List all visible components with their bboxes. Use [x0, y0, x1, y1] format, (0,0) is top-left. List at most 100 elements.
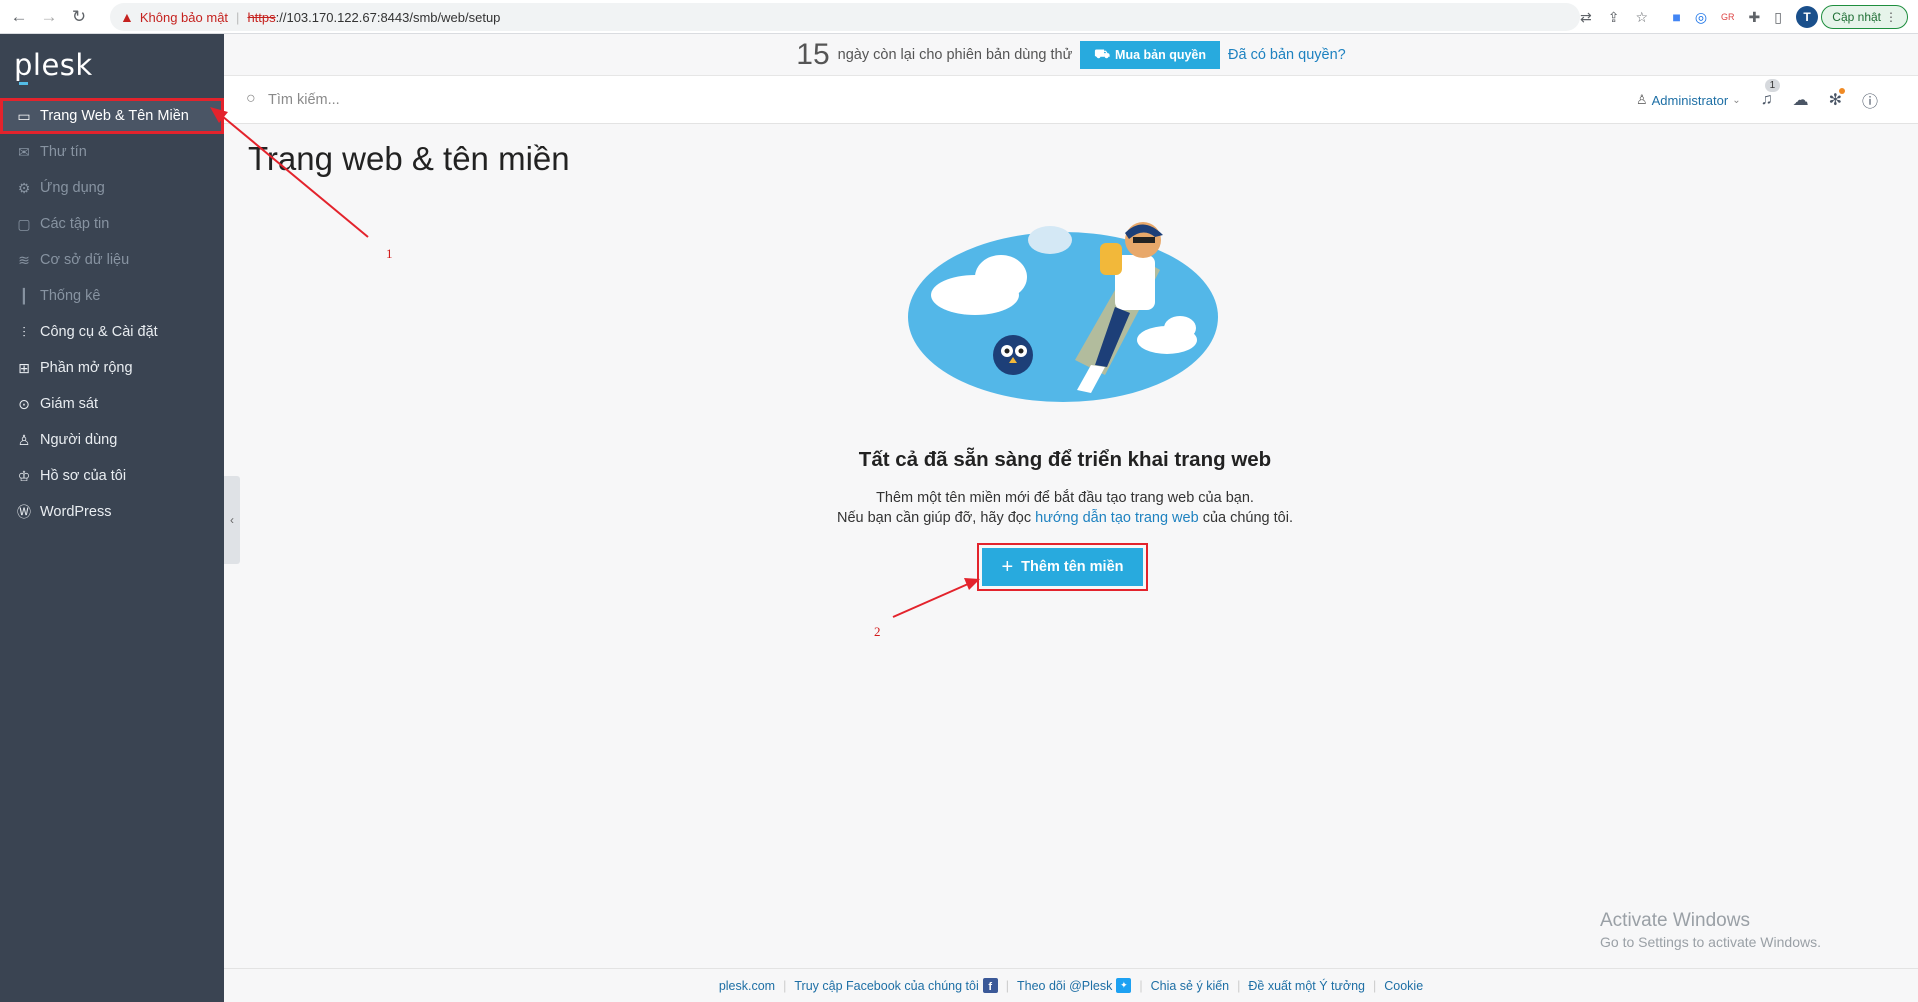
add-domain-label: Thêm tên miền — [1021, 559, 1124, 575]
side-panel-icon[interactable]: ▯ — [1774, 9, 1782, 26]
guide-link[interactable]: hướng dẫn tạo trang web — [1035, 510, 1199, 526]
security-warning[interactable]: Không bảo mật — [140, 10, 228, 25]
empty-state-title: Tất cả đã sẵn sàng để triển khai trang w… — [858, 448, 1272, 471]
annotation-number-1: 1 — [386, 246, 393, 261]
cloud-icon[interactable]: ☁ — [1793, 90, 1809, 110]
sidebar-item-users[interactable]: ♙ Người dùng — [0, 422, 224, 458]
sidebar-item-label: Thư tín — [40, 144, 87, 160]
bar-chart-icon: ┃ — [19, 287, 29, 304]
chevron-down-icon: ⌄ — [1732, 94, 1741, 106]
watermark-line-2: Go to Settings to activate Windows. — [1600, 934, 1821, 950]
sidebar-item-extensions[interactable]: ⊞ Phần mở rộng — [0, 350, 224, 386]
footer-link-label: Cookie — [1384, 978, 1424, 993]
footer-link-label: Theo dõi @Plesk — [1016, 978, 1113, 993]
buy-license-label: Mua bản quyền — [1115, 47, 1207, 62]
gear-icon: ⚙ — [17, 179, 31, 196]
avatar[interactable]: T — [1796, 6, 1818, 28]
sidebar-item-mail[interactable]: ✉ Thư tín — [0, 134, 224, 170]
sidebar-item-tools-settings[interactable]: ⫶ Công cụ & Cài đặt — [0, 314, 224, 350]
monitor-search-icon: ⊙ — [18, 395, 30, 412]
annotation-number-2: 2 — [874, 624, 881, 639]
plesk-logo[interactable]: plesk — [14, 48, 93, 82]
extension-small-icon[interactable]: GR — [1721, 12, 1735, 22]
sidebar-item-statistics[interactable]: ┃ Thống kê — [0, 278, 224, 314]
reload-icon[interactable]: ↻ — [68, 6, 90, 28]
sidebar-item-applications[interactable]: ⚙ Ứng dụng — [0, 170, 224, 206]
sidebar-collapse-handle[interactable]: ‹ — [224, 476, 240, 564]
notifications-button[interactable]: ♫ 1 — [1761, 79, 1781, 109]
mail-icon: ✉ — [18, 143, 30, 160]
footer-link-suggest-idea[interactable]: Đề xuất một Ý tưởng — [1240, 979, 1373, 993]
footer-link-feedback[interactable]: Chia sẻ ý kiến — [1143, 979, 1238, 993]
sidebar-item-databases[interactable]: ≋ Cơ sở dữ liệu — [0, 242, 224, 278]
sidebar-item-label: Các tập tin — [40, 216, 110, 232]
add-domain-button[interactable]: + Thêm tên miền — [982, 548, 1143, 586]
rocket-man-illustration — [908, 222, 1218, 402]
sidebar-nav: ▭ Trang Web & Tên Miền ✉ Thư tín ⚙ Ứng d… — [0, 98, 224, 530]
twitter-icon: ✦ — [1116, 978, 1132, 993]
sidebar-item-label: Công cụ & Cài đặt — [40, 324, 158, 340]
sliders-icon: ⫶ — [22, 323, 26, 340]
plus-icon: + — [1001, 555, 1014, 578]
bookmark-star-icon[interactable]: ☆ — [1635, 9, 1648, 26]
search-icon: ○ — [246, 90, 256, 107]
footer-link-label: Đề xuất một Ý tưởng — [1248, 978, 1365, 993]
address-bar[interactable]: ▲ Không bảo mật | https ://103.170.122.6… — [110, 3, 1580, 31]
footer: plesk.com | Truy cập Facebook của chúng … — [224, 968, 1918, 1002]
header-actions: ♙ Administrator ⌄ ♫ 1 ☁ ✻ ⓘ — [1636, 76, 1878, 124]
sidebar-item-label: Trang Web & Tên Miền — [40, 108, 189, 124]
footer-link-plesk[interactable]: plesk.com — [711, 979, 783, 993]
url-separator: | — [236, 9, 240, 25]
google-translate-icon[interactable]: ■ — [1672, 9, 1680, 25]
help-icon[interactable]: ⓘ — [1862, 88, 1878, 112]
sidebar-item-label: Cơ sở dữ liệu — [40, 252, 130, 268]
footer-link-facebook[interactable]: Truy cập Facebook của chúng tôi f — [786, 978, 1005, 993]
extensions-icon: ⊞ — [18, 359, 30, 376]
arrow-2-line — [892, 583, 969, 618]
sidebar-item-wordpress[interactable]: Ⓦ WordPress — [0, 494, 224, 530]
have-license-link[interactable]: Đã có bản quyền? — [1228, 47, 1346, 63]
sidebar-item-my-profile[interactable]: ♔ Hồ sơ của tôi — [0, 458, 224, 494]
folder-icon: ▢ — [17, 215, 31, 232]
facebook-icon: f — [982, 978, 998, 993]
footer-link-twitter[interactable]: Theo dõi @Plesk ✦ — [1009, 978, 1139, 993]
profile-icon: ♔ — [17, 467, 31, 484]
windows-activation-watermark: Activate Windows Go to Settings to activ… — [1600, 910, 1821, 950]
browser-toolbar: ← → ↻ ▲ Không bảo mật | https ://103.170… — [0, 0, 1918, 34]
footer-link-cookie[interactable]: Cookie — [1376, 979, 1431, 993]
sidebar-item-files[interactable]: ▢ Các tập tin — [0, 206, 224, 242]
search-input[interactable] — [268, 89, 768, 111]
puzzle-icon[interactable]: ✚ — [1749, 9, 1761, 26]
wordpress-icon: Ⓦ — [17, 504, 31, 520]
sidebar: plesk ▭ Trang Web & Tên Miền ✉ Thư tín ⚙… — [0, 34, 224, 1002]
warning-icon: ▲ — [120, 9, 134, 25]
sidebar-item-websites-domains[interactable]: ▭ Trang Web & Tên Miền — [0, 98, 224, 134]
update-button[interactable]: Cập nhật ⋮ — [1821, 5, 1908, 29]
translate-icon[interactable]: ⇄ — [1580, 9, 1592, 26]
trial-text: ngày còn lại cho phiên bản dùng thử — [837, 46, 1073, 63]
sidebar-item-label: Người dùng — [40, 432, 118, 448]
user-menu[interactable]: ♙ Administrator ⌄ — [1636, 92, 1741, 108]
description-prefix: Nếu bạn cần giúp đỡ, hãy đọc — [836, 510, 1032, 526]
back-icon[interactable]: ← — [8, 6, 30, 28]
kebab-menu-icon: ⋮ — [1885, 10, 1897, 24]
user-icon: ♙ — [1635, 92, 1648, 107]
sidebar-item-monitoring[interactable]: ⊙ Giám sát — [0, 386, 224, 422]
forward-icon[interactable]: → — [38, 6, 60, 28]
page-title: Trang web & tên miền — [248, 140, 570, 177]
add-domain-highlight: + Thêm tên miền — [977, 543, 1148, 591]
user-icon: ♙ — [17, 431, 31, 448]
sidebar-item-label: Phần mở rộng — [40, 360, 133, 376]
sidebar-item-label: WordPress — [40, 504, 112, 520]
update-label: Cập nhật — [1832, 10, 1881, 24]
extensions-bar: ■ ◎ GR ✚ ▯ T — [1672, 0, 1818, 34]
buy-license-button[interactable]: ⛟ Mua bản quyền — [1080, 40, 1221, 69]
alert-dot — [1838, 88, 1845, 94]
shared-icon[interactable]: ✻ — [1829, 88, 1845, 110]
share-icon[interactable]: ⇪ — [1608, 9, 1620, 26]
database-icon: ≋ — [18, 251, 30, 268]
extension-circle-icon[interactable]: ◎ — [1695, 9, 1707, 26]
footer-link-label: Truy cập Facebook của chúng tôi — [794, 978, 979, 993]
footer-link-label: plesk.com — [718, 978, 776, 993]
cart-icon: ⛟ — [1094, 46, 1111, 61]
